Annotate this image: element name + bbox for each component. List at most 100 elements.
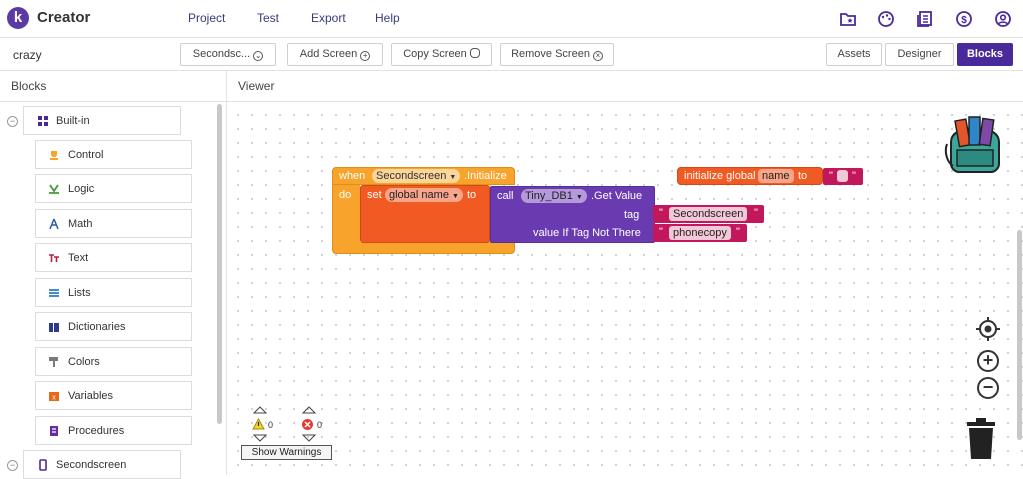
method-label: .Get Value: [591, 190, 643, 202]
remove-screen-label: Remove Screen: [511, 48, 590, 60]
palette-item-label: Procedures: [68, 425, 125, 437]
dollar-icon[interactable]: $: [955, 10, 973, 28]
quote-open: ": [829, 170, 833, 182]
chevron-down-icon: ⌄: [253, 51, 264, 61]
warning-count: 0: [268, 420, 274, 430]
copy-screen-button[interactable]: Copy Screen: [391, 43, 492, 66]
dictionaries-icon: [49, 323, 59, 332]
global-name-field[interactable]: name: [758, 169, 794, 183]
palette-item-lists[interactable]: Lists: [35, 278, 192, 307]
math-icon: [49, 218, 59, 230]
lists-icon: [49, 289, 59, 297]
dropdown-arrow-icon: ▼: [449, 174, 457, 181]
trash-icon[interactable]: [964, 417, 998, 461]
blocks-button[interactable]: Blocks: [957, 43, 1013, 66]
copy-screen-label: Copy Screen: [403, 48, 467, 60]
collapse-builtin-icon[interactable]: −: [7, 116, 18, 127]
logo[interactable]: k: [7, 7, 29, 29]
app-title: Creator: [37, 9, 91, 26]
backpack-icon[interactable]: [943, 114, 1007, 174]
svg-text:x: x: [52, 395, 56, 402]
set-label: set: [367, 189, 382, 201]
logic-icon: [49, 184, 59, 194]
string-value-default[interactable]: phonecopy: [669, 226, 731, 240]
top-bar: k Creator Project Test Export Help $: [0, 0, 1023, 38]
palette-scrollbar[interactable]: [217, 104, 222, 424]
quote-close: ": [754, 207, 758, 219]
component-dropdown[interactable]: Secondscreen ▼: [372, 169, 461, 183]
collapse-screen-icon[interactable]: −: [7, 460, 18, 471]
project-toolbar: crazy Secondsc... ⌄ Add Screen + Copy Scre…: [0, 38, 1023, 71]
blocks-workspace[interactable]: when Secondscreen ▼ .Initialize do set gl…: [227, 102, 1023, 475]
designer-button[interactable]: Designer: [885, 43, 954, 66]
palette-builtin[interactable]: Built-in: [23, 106, 181, 135]
quote-open: ": [659, 207, 663, 219]
zoom-in-button[interactable]: +: [977, 350, 999, 372]
palette-builtin-label: Built-in: [56, 115, 90, 127]
palette-item-text[interactable]: Text: [35, 243, 192, 272]
copy-icon: [469, 48, 480, 58]
close-circle-icon: ×: [592, 51, 603, 61]
palette-item-label: Math: [68, 218, 93, 230]
blocks-panel-title: Blocks: [11, 79, 47, 93]
folder-star-icon[interactable]: [839, 10, 857, 28]
string-value-tag[interactable]: Secondscreen: [669, 207, 748, 221]
palette-item-colors[interactable]: Colors: [35, 347, 192, 376]
recenter-icon[interactable]: [976, 317, 1000, 341]
quote-close: ": [852, 170, 856, 182]
assets-button[interactable]: Assets: [826, 43, 882, 66]
warning-icon: [252, 418, 265, 430]
event-when-label: when: [339, 170, 366, 182]
menu-test[interactable]: Test: [257, 11, 279, 25]
menu-help[interactable]: Help: [375, 11, 400, 25]
palette-item-control[interactable]: Control: [35, 140, 192, 169]
palette-icon[interactable]: [877, 10, 895, 28]
palette-item-math[interactable]: Math: [35, 209, 192, 238]
zoom-out-button[interactable]: −: [977, 377, 999, 399]
error-count: 0: [317, 420, 323, 430]
blocks-palette: − Built-in Control Logic Math Text Lists…: [0, 102, 226, 479]
tinydb-dropdown-label: Tiny_DB1: [525, 190, 573, 202]
palette-item-variables[interactable]: x Variables: [35, 381, 192, 410]
procedures-icon: [50, 426, 58, 436]
dropdown-arrow-icon: ▼: [451, 193, 459, 200]
colors-icon: [49, 357, 58, 367]
remove-screen-button[interactable]: Remove Screen ×: [500, 43, 614, 66]
menu-project[interactable]: Project: [188, 11, 225, 25]
initialize-global-label: initialize global: [684, 170, 756, 182]
add-screen-button[interactable]: Add Screen +: [287, 43, 383, 66]
default-value-label: value If Tag Not There: [533, 227, 641, 239]
empty-string-field[interactable]: [837, 170, 848, 182]
phone-icon: [39, 459, 47, 471]
workspace-scrollbar[interactable]: [1017, 230, 1022, 440]
quote-close: ": [736, 226, 740, 238]
palette-item-procedures[interactable]: Procedures: [35, 416, 192, 445]
initialize-to-label: to: [798, 170, 808, 182]
palette-item-dictionaries[interactable]: Dictionaries: [35, 312, 192, 341]
text-icon: [49, 254, 59, 262]
quote-open: ": [659, 226, 663, 238]
component-dropdown-label: Secondscreen: [376, 170, 447, 182]
gallery-icon[interactable]: [916, 10, 934, 28]
palette-item-logic[interactable]: Logic: [35, 174, 192, 203]
screen-selector-label: Secondsc...: [192, 48, 251, 60]
call-label: call: [497, 190, 514, 202]
account-icon[interactable]: [994, 10, 1012, 28]
add-screen-label: Add Screen: [299, 48, 358, 60]
palette-item-label: Control: [68, 149, 104, 161]
palette-item-label: Colors: [68, 356, 100, 368]
control-icon: [50, 151, 58, 160]
event-do-label: do: [339, 189, 352, 201]
palette-screen-label: Secondscreen: [56, 459, 127, 471]
project-name: crazy: [13, 48, 42, 62]
show-warnings-button[interactable]: Show Warnings: [241, 445, 332, 460]
variable-dropdown[interactable]: global name ▼: [385, 188, 463, 202]
svg-text:$: $: [961, 15, 967, 26]
event-name-label: .Initialize: [464, 170, 507, 182]
menu-export[interactable]: Export: [311, 11, 346, 25]
palette-item-label: Text: [68, 252, 89, 264]
tinydb-dropdown[interactable]: Tiny_DB1 ▼: [521, 189, 587, 203]
set-to-label: to: [467, 189, 477, 201]
screen-selector[interactable]: Secondsc... ⌄: [180, 43, 276, 66]
tag-label: tag: [624, 209, 640, 221]
